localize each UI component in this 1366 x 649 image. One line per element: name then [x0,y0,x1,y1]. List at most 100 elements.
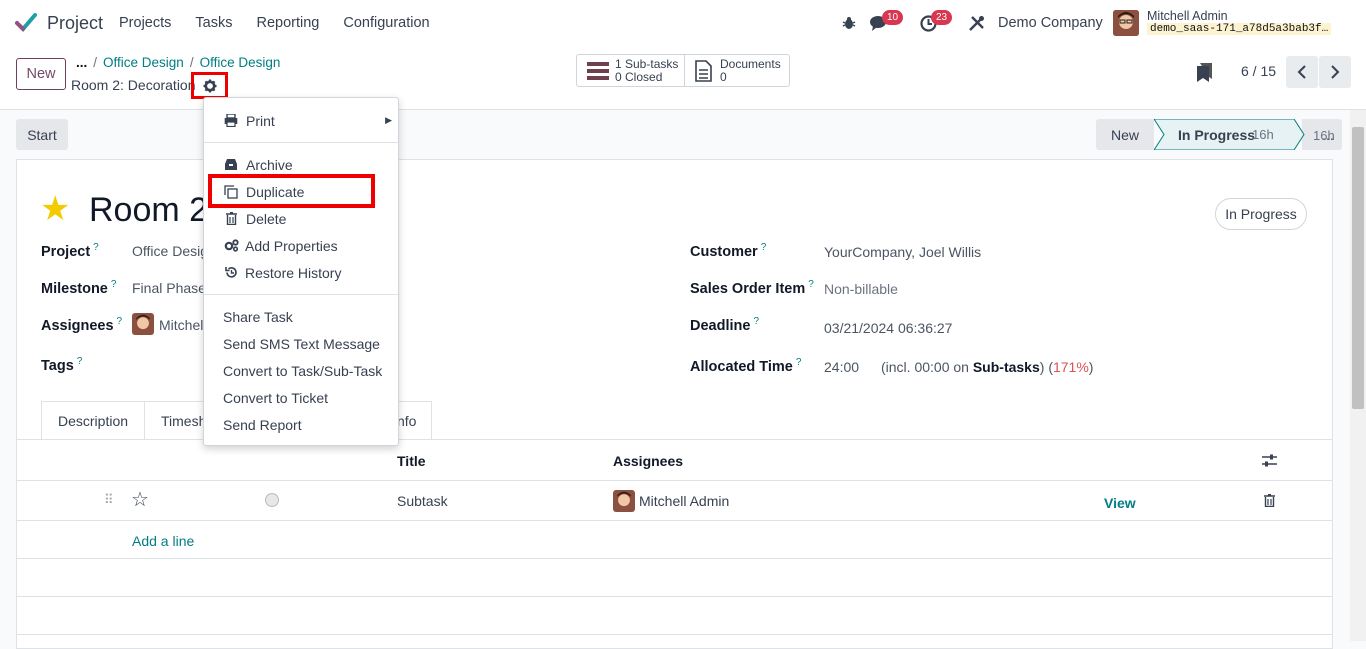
duplicate-highlight-box [208,174,375,208]
table-header: Title Assignees [17,440,1332,481]
stage-in-progress-time-visible: 16h [1252,127,1274,142]
subtasks-stat-button[interactable]: 1 Sub-tasks 0 Closed [576,54,685,87]
record-name: Room 2: Decoration [71,77,196,93]
printer-icon [224,114,238,127]
chevron-left-icon [1297,65,1306,79]
pager-value[interactable]: 6 / 15 [1241,63,1276,79]
help-tooltip: ? [116,316,123,327]
view-button[interactable]: View [1104,495,1136,511]
help-tooltip: ? [93,242,99,253]
menu-item-send-report[interactable]: Send Report [204,411,400,438]
bookmark-icon[interactable] [1197,63,1212,82]
messages-badge: 10 [882,10,904,25]
app-name[interactable]: Project [47,13,103,34]
menu-reporting[interactable]: Reporting [256,15,319,31]
form-notebook-tabs: Description Timesh [41,401,207,440]
menu-item-delete[interactable]: Delete [204,205,400,232]
pager-next[interactable] [1319,56,1351,88]
menu-configuration[interactable]: Configuration [343,15,429,31]
field-allocated-time-label: Allocated Time? [690,357,802,375]
actions-gear-highlight[interactable] [191,72,228,99]
breadcrumb-project-tasks[interactable]: Office Design [200,55,281,70]
field-assignees-label: Assignees? [41,316,123,334]
help-tooltip: ? [110,279,117,290]
task-state-button[interactable]: In Progress [1215,198,1307,230]
column-title[interactable]: Title [397,453,426,469]
chevron-right-icon [1331,65,1340,79]
scrollbar-thumb[interactable] [1352,127,1364,409]
subtasks-closed: 0 Closed [615,69,663,84]
top-navbar: Project Projects Tasks Reporting Configu… [0,0,1366,46]
breadcrumb-project[interactable]: Office Design [103,55,184,70]
field-tags-label: Tags? [41,356,83,374]
gear-icon[interactable] [203,79,217,93]
allocated-time-subtasks-info: (incl. 00:00 on Sub-tasks) (171%) [881,359,1094,375]
field-milestone-value[interactable]: Final Phase [132,280,206,296]
subtasks-count: 1 Sub-tasks [615,56,679,71]
drag-handle-icon[interactable]: ⠿ [104,492,113,508]
priority-star-icon[interactable]: ★ [40,192,70,226]
menu-item-share-task[interactable]: Share Task [204,303,400,330]
user-avatar[interactable] [1113,10,1139,36]
tasks-icon [587,61,609,80]
table-row[interactable]: ⠿ ☆ Subtask Mitchell Admin View [17,481,1332,521]
documents-count: 0 [720,69,727,84]
task-title[interactable]: Room 2 [89,191,208,230]
subtask-assignee[interactable]: Mitchell Admin [639,493,729,509]
breadcrumb-more[interactable]: ... [76,55,87,70]
document-icon [695,59,712,82]
new-button[interactable]: New [16,58,66,90]
stage-new[interactable]: New [1096,119,1154,150]
project-app-icon[interactable] [14,11,38,35]
breadcrumb-separator: / [189,55,194,70]
stage-in-progress-time: 16h [1313,128,1335,143]
company-switcher[interactable]: Demo Company [998,15,1103,31]
tools-icon[interactable] [968,15,985,32]
tab-timesheets[interactable]: Timesh [145,401,207,440]
menu-item-restore-history[interactable]: Restore History [204,259,400,286]
subtask-title[interactable]: Subtask [397,493,448,509]
state-circle-icon[interactable] [265,493,279,507]
field-deadline-value[interactable]: 03/21/2024 06:36:27 [824,320,952,336]
field-customer-value[interactable]: YourCompany, Joel Willis [824,244,981,260]
caret-right-icon: ▶ [385,115,392,125]
documents-stat-button[interactable]: Documents 0 [684,54,790,87]
column-assignees[interactable]: Assignees [613,453,683,469]
field-project-value[interactable]: Office Desig [132,243,208,259]
stage-in-progress[interactable]: In Progress 16h [1154,119,1335,150]
menu-item-send-sms[interactable]: Send SMS Text Message [204,330,400,357]
start-timer-button[interactable]: Start [16,119,68,150]
column-settings-icon[interactable] [1262,454,1277,468]
help-tooltip: ? [808,279,814,290]
history-icon [225,267,237,278]
assignee-avatar [613,490,635,512]
menu-projects[interactable]: Projects [119,15,171,31]
user-name[interactable]: Mitchell Admin [1147,9,1228,23]
menu-item-convert-task[interactable]: Convert to Task/Sub-Task [204,357,400,384]
breadcrumb: ... / Office Design / Office Design [76,55,280,70]
field-allocated-time-value[interactable]: 24:00 [824,359,859,375]
menu-divider [204,294,400,295]
stage-statusbar: New In Progress 16h ... [1096,119,1342,150]
assignee-avatar[interactable] [132,313,154,335]
cogs-icon [224,239,239,252]
pager-previous[interactable] [1286,56,1318,88]
menu-item-convert-ticket[interactable]: Convert to Ticket [204,384,400,411]
main-menu: Projects Tasks Reporting Configuration [119,15,454,31]
field-milestone-label: Milestone? [41,279,117,297]
field-assignees-value[interactable]: Mitchel [159,317,203,333]
tab-description[interactable]: Description [41,401,145,440]
menu-tasks[interactable]: Tasks [195,15,232,31]
add-line-link[interactable]: Add a line [132,533,194,549]
trash-icon [226,212,237,225]
stage-in-progress-label: In Progress [1178,127,1256,143]
field-sales-order-item-value[interactable]: Non-billable [824,281,898,297]
trash-icon[interactable] [1264,494,1275,507]
archive-icon [225,159,237,170]
database-name: demo_saas-171_a78d5a3bab3f… [1147,23,1332,35]
help-tooltip: ? [76,356,83,367]
menu-item-add-properties[interactable]: Add Properties [204,232,400,259]
menu-item-print[interactable]: Print ▶ [204,107,400,134]
bug-icon[interactable] [842,16,856,30]
star-icon[interactable]: ☆ [131,487,149,512]
